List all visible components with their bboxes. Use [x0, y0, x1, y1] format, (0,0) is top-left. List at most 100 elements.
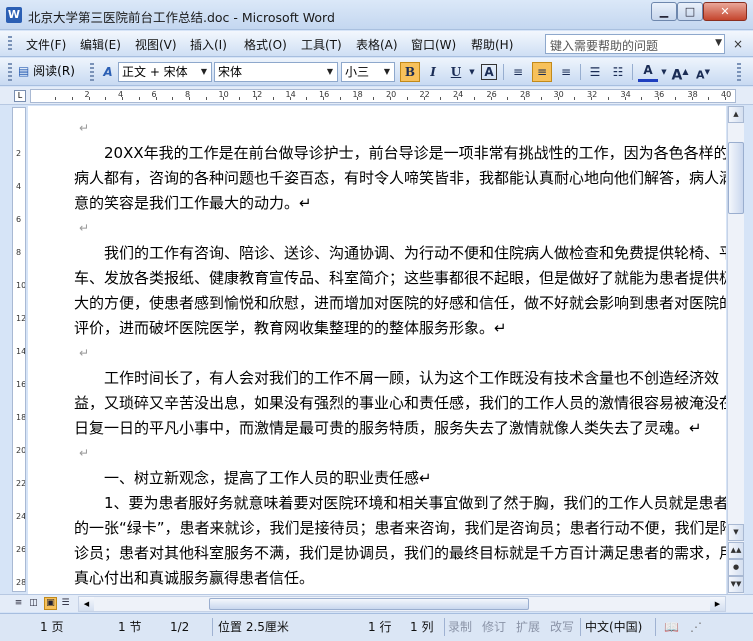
- vertical-scroll-thumb[interactable]: [728, 142, 744, 214]
- shrink-font-button[interactable]: A▼: [693, 62, 713, 82]
- align-justify-icon[interactable]: ≡: [508, 62, 528, 82]
- normal-view-icon[interactable]: ≡: [12, 597, 25, 610]
- align-center-icon[interactable]: ≡: [532, 62, 552, 82]
- ruler-tick: [658, 97, 659, 100]
- menu-file[interactable]: 文件(F): [26, 36, 66, 53]
- menu-view[interactable]: 视图(V): [135, 36, 177, 53]
- select-browse-object-icon[interactable]: ●: [728, 559, 744, 576]
- ruler-number: 26: [486, 90, 497, 99]
- status-language[interactable]: 中文(中国): [585, 618, 642, 636]
- menu-tools[interactable]: 工具(T): [301, 36, 342, 53]
- toolbar-grip-handle[interactable]: [8, 63, 12, 81]
- minimize-button[interactable]: ▁: [651, 2, 677, 21]
- help-search-input[interactable]: 键入需要帮助的问题 ▼: [545, 34, 725, 54]
- ruler-tick: [138, 97, 140, 100]
- status-page: 1 页: [40, 620, 64, 634]
- status-overtype[interactable]: 改写: [550, 618, 574, 636]
- menu-window[interactable]: 窗口(W): [411, 36, 456, 53]
- document-text[interactable]: ↵ 20XX年我的工作是在前台做导诊护士，前台导诊是一项非常有挑战性的工作，因为…: [74, 116, 726, 591]
- vertical-ruler[interactable]: 2 4 6 8 10 12 14 16 18 20 22 24 26 28: [12, 107, 26, 592]
- ruler-tick: [624, 97, 626, 100]
- numbered-list-icon[interactable]: ☰: [585, 62, 605, 82]
- title-bar: W 北京大学第三医院前台工作总结.doc - Microsoft Word ▁ …: [0, 0, 753, 30]
- menu-edit[interactable]: 编辑(E): [80, 36, 121, 53]
- italic-button[interactable]: I: [423, 62, 443, 82]
- tab-stop-selector-icon[interactable]: L: [14, 90, 26, 102]
- spelling-status-icon[interactable]: 📖: [664, 618, 679, 636]
- paragraph-2[interactable]: 我们的工作有咨询、陪诊、送诊、沟通协调、为行动不便和住院病人做检查和免费提供轮椅…: [74, 241, 726, 341]
- maximize-button[interactable]: □: [677, 2, 703, 21]
- ruler-tick: [457, 97, 458, 100]
- horizontal-scroll-thumb[interactable]: [209, 598, 529, 610]
- document-canvas[interactable]: ↵ 20XX年我的工作是在前台做导诊护士，前台导诊是一项非常有挑战性的工作，因为…: [28, 106, 726, 594]
- scroll-right-icon[interactable]: ▶: [710, 597, 725, 611]
- character-border-button[interactable]: A: [481, 64, 497, 80]
- next-page-icon[interactable]: ▼▼: [728, 576, 744, 593]
- styles-pane-icon[interactable]: A: [98, 62, 118, 82]
- vertical-ruler-number: 22: [16, 479, 26, 488]
- resize-grip-icon[interactable]: ⋰: [690, 618, 702, 636]
- scroll-down-icon[interactable]: ▼: [728, 524, 744, 541]
- menu-table[interactable]: 表格(A): [356, 36, 398, 53]
- vertical-scrollbar[interactable]: ▲ ▼ ▲▲ ● ▼▼: [727, 106, 744, 594]
- menu-format[interactable]: 格式(O): [244, 36, 287, 53]
- reading-mode-label: 阅读(R): [33, 64, 75, 78]
- style-select[interactable]: 正文 + 宋体 ▼: [118, 62, 212, 82]
- status-separator: [212, 618, 213, 636]
- status-line: 1 行: [368, 620, 392, 634]
- font-size-select[interactable]: 小三 ▼: [341, 62, 395, 82]
- bulleted-list-icon[interactable]: ☷: [608, 62, 628, 82]
- ruler-tick: [390, 97, 391, 100]
- chevron-down-icon[interactable]: ▼: [715, 38, 722, 48]
- paragraph-4[interactable]: 1、要为患者服好务就意味着要对医院环境和相关事宜做到了然于胸，我们的工作人员就是…: [74, 491, 726, 591]
- word-app-icon[interactable]: W: [6, 7, 22, 23]
- close-button[interactable]: ✕: [703, 2, 747, 21]
- previous-page-icon[interactable]: ▲▲: [728, 542, 744, 559]
- ruler-tick: [691, 97, 693, 100]
- status-separator: [580, 618, 581, 636]
- scroll-left-icon[interactable]: ◀: [79, 597, 94, 611]
- font-select[interactable]: 宋体 ▼: [214, 62, 338, 82]
- outline-view-icon[interactable]: ☰: [59, 597, 72, 610]
- align-right-icon[interactable]: ≡: [556, 62, 576, 82]
- status-record[interactable]: 录制: [448, 618, 472, 636]
- ruler-tick: [423, 97, 425, 100]
- menu-insert[interactable]: 插入(I): [190, 36, 227, 53]
- ruler-number: 28: [520, 90, 531, 99]
- print-view-icon[interactable]: ▣: [44, 597, 57, 610]
- chevron-down-icon[interactable]: ▼: [381, 64, 393, 80]
- chevron-down-icon[interactable]: ▼: [324, 64, 336, 80]
- section-heading-1[interactable]: 一、树立新观念，提高了工作人员的职业责任感↵: [74, 466, 726, 491]
- chevron-down-icon[interactable]: ▼: [198, 64, 210, 80]
- paragraph-1[interactable]: 20XX年我的工作是在前台做导诊护士，前台导诊是一项非常有挑战性的工作，因为各色…: [74, 141, 726, 216]
- toolbar-options-icon[interactable]: [737, 63, 741, 81]
- status-track-changes[interactable]: 修订: [482, 618, 506, 636]
- ruler-tick: [524, 97, 525, 100]
- ruler-tick: [71, 97, 73, 100]
- scroll-up-icon[interactable]: ▲: [728, 106, 744, 123]
- horizontal-scrollbar[interactable]: ◀ ▶: [78, 596, 726, 612]
- ruler-tick: [306, 97, 308, 100]
- vertical-ruler-number: 16: [16, 380, 26, 389]
- ruler-tick: [88, 97, 90, 100]
- menu-help[interactable]: 帮助(H): [471, 36, 513, 53]
- status-extend[interactable]: 扩展: [516, 618, 540, 636]
- ruler-tick: [641, 97, 643, 100]
- menu-grip-handle[interactable]: [8, 36, 12, 52]
- vertical-ruler-number: 2: [16, 149, 22, 158]
- web-view-icon[interactable]: ◫: [27, 597, 40, 610]
- document-close-icon[interactable]: ×: [733, 37, 743, 51]
- font-select-value: 宋体: [218, 65, 243, 79]
- vertical-ruler-number: 10: [16, 281, 26, 290]
- ruler-tick: [574, 97, 576, 100]
- paragraph-3[interactable]: 工作时间长了，有人会对我们的工作不屑一顾，认为这个工作既没有技术含量也不创造经济…: [74, 366, 726, 441]
- empty-paragraph-mark: ↵: [79, 121, 90, 135]
- ruler-tick: [440, 97, 442, 100]
- underline-dropdown-icon[interactable]: ▼: [462, 62, 482, 82]
- grow-font-button[interactable]: A▲: [670, 62, 690, 84]
- ruler-tick: [323, 97, 324, 100]
- bold-button[interactable]: B: [400, 62, 420, 82]
- horizontal-ruler[interactable]: 2 4 6 8 10 12 14 16 18 20 22 24 26 28 30 32 34 36 38 40: [30, 89, 736, 103]
- toolbar-grip-handle-2[interactable]: [90, 63, 94, 81]
- reading-mode-button[interactable]: ▤ 阅读(R): [18, 62, 75, 82]
